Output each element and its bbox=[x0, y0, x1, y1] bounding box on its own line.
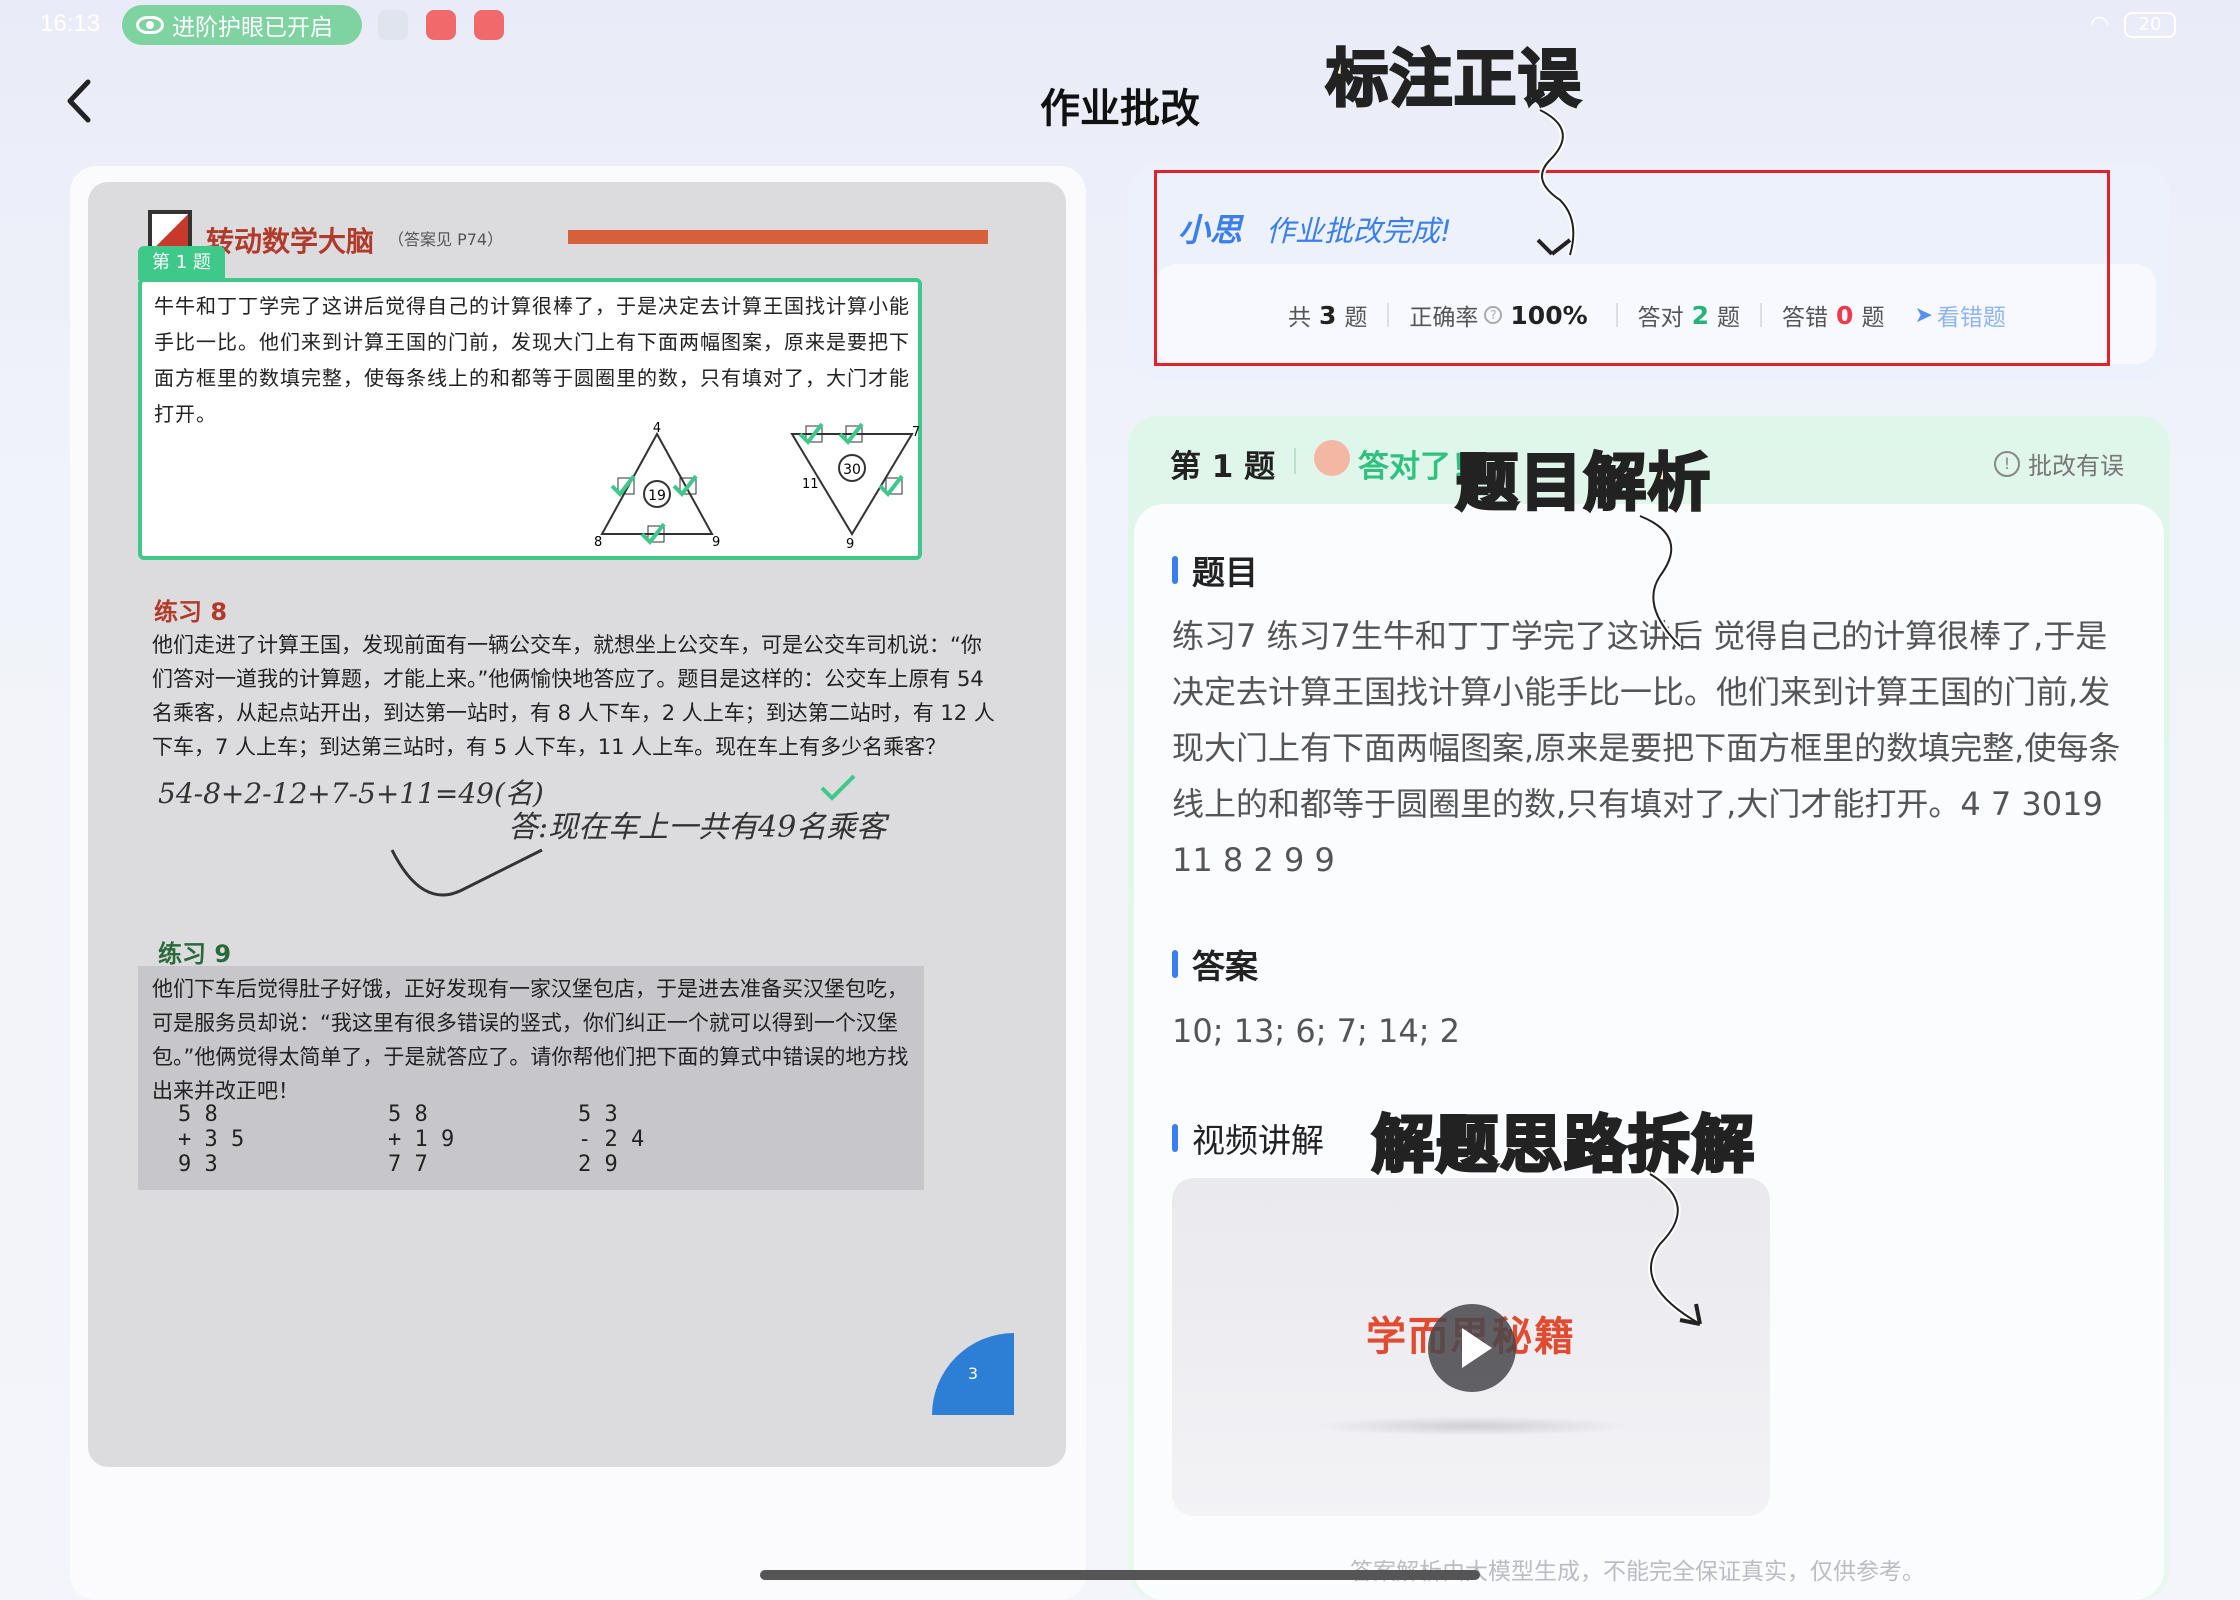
ai-disclaimer: 答案解析由大模型生成，不能完全保证真实，仅供参考。 bbox=[1350, 1559, 1925, 1585]
exercise-8-answer: 答:现在车上一共有49名乘客 bbox=[508, 810, 887, 845]
page-title: 作业批改 bbox=[1040, 86, 1200, 132]
question-number: 第 1 题 bbox=[1170, 449, 1276, 485]
section-bar bbox=[1172, 1124, 1178, 1152]
exercise-9-box[interactable]: 他们下车后觉得肚子好饿，正好发现有一家汉堡包店，于是进去准备买汉堡包吃，可是服务… bbox=[138, 966, 924, 1190]
app-notification-icon-2 bbox=[474, 10, 504, 40]
thumbs-up-icon bbox=[1314, 440, 1350, 476]
tri2-center: 30 bbox=[843, 462, 861, 478]
page-number-corner: 3 bbox=[932, 1333, 1014, 1415]
triangle-puzzle-2: 30 7 11 9 bbox=[790, 422, 920, 552]
tri2-left: 11 bbox=[802, 477, 819, 492]
section-question-heading: 题目 bbox=[1172, 546, 1258, 594]
highlight-frame bbox=[1154, 170, 2110, 366]
exercise-9-text: 他们下车后觉得肚子好饿，正好发现有一家汉堡包店，于是进去准备买汉堡包吃，可是服务… bbox=[152, 977, 909, 1103]
exercise-8-title: 练习 8 bbox=[154, 598, 228, 626]
tri1-left: 8 bbox=[594, 535, 602, 550]
worksheet-photo[interactable]: 转动数学大脑 （答案见 P74） 第 1 题 牛牛和丁丁学完了这讲后觉得自己的计… bbox=[88, 182, 1066, 1467]
tri2-top-right: 7 bbox=[912, 425, 920, 440]
play-icon[interactable] bbox=[1428, 1304, 1516, 1392]
wechat-icon bbox=[378, 10, 408, 40]
status-bar: 16:13 进阶护眼已开启 ◠ 20 bbox=[0, 0, 2240, 50]
arrow-icon-3 bbox=[1648, 1171, 1702, 1327]
annotation-question-analysis: 题目解析 bbox=[1454, 445, 1713, 521]
ex8-check-icon bbox=[820, 774, 856, 801]
tri2-bottom: 9 bbox=[846, 537, 854, 552]
ex8-tick-mark bbox=[390, 848, 543, 897]
eye-icon bbox=[136, 16, 164, 34]
worksheet-header-bar bbox=[568, 230, 988, 244]
section-bar bbox=[1172, 950, 1178, 978]
tri1-right: 9 bbox=[712, 535, 720, 550]
report-error-button[interactable]: ! 批改有误 bbox=[1994, 446, 2124, 481]
app-notification-icon bbox=[426, 10, 456, 40]
worksheet-header: 转动数学大脑 （答案见 P74） bbox=[148, 200, 998, 260]
eye-care-pill[interactable]: 进阶护眼已开启 bbox=[122, 5, 362, 45]
section-answer-label: 答案 bbox=[1192, 947, 1258, 986]
section-question-label: 题目 bbox=[1192, 553, 1258, 592]
worksheet-title: 转动数学大脑 bbox=[206, 225, 375, 258]
arrow-icon-2 bbox=[1638, 513, 1683, 649]
wifi-icon: ◠ bbox=[2090, 12, 2110, 37]
back-icon[interactable] bbox=[60, 76, 100, 126]
status-time: 16:13 bbox=[40, 10, 101, 37]
section-answer-heading: 答案 bbox=[1172, 940, 1258, 988]
section-video-heading: 视频讲解 bbox=[1172, 1114, 1324, 1162]
home-indicator[interactable] bbox=[760, 1570, 1480, 1580]
question-1-box[interactable]: 牛牛和丁丁学完了这讲后觉得自己的计算很棒了，于是决定去计算王国找计算小能手比一比… bbox=[138, 278, 922, 560]
exercise-8-work: 54-8+2-12+7-5+11=49(名) bbox=[158, 777, 544, 810]
divider bbox=[1294, 448, 1296, 474]
question-1-tag[interactable]: 第 1 题 bbox=[138, 246, 225, 280]
tri1-top: 4 bbox=[653, 422, 661, 436]
question-1-text: 牛牛和丁丁学完了这讲后觉得自己的计算很棒了，于是决定去计算王国找计算小能手比一比… bbox=[154, 294, 910, 426]
arrow-icon bbox=[1536, 107, 1577, 256]
alert-icon: ! bbox=[1994, 450, 2020, 477]
calc-2: 5 8 + 1 9 7 7 bbox=[388, 1102, 455, 1177]
report-error-label: 批改有误 bbox=[2028, 452, 2124, 480]
exercise-8-text: 他们走进了计算王国，发现前面有一辆公交车，就想坐上公交车，可是公交车司机说：“你… bbox=[152, 633, 995, 759]
answer-text: 10; 13; 6; 7; 14; 2 bbox=[1172, 1012, 1460, 1050]
worksheet-subtitle: （答案见 P74） bbox=[388, 230, 504, 249]
tri1-center: 19 bbox=[648, 488, 666, 504]
section-bar bbox=[1172, 556, 1178, 584]
calc-3: 5 3 - 2 4 2 9 bbox=[578, 1102, 645, 1177]
video-shadow bbox=[1312, 1416, 1632, 1436]
eye-care-text: 进阶护眼已开启 bbox=[172, 15, 333, 41]
triangle-puzzle-1: 19 4 8 9 bbox=[594, 422, 720, 550]
exercise-9-title: 练习 9 bbox=[158, 940, 232, 968]
section-video-label: 视频讲解 bbox=[1192, 1121, 1324, 1160]
calc-1: 5 8 + 3 5 9 3 bbox=[178, 1102, 245, 1177]
battery-indicator: 20 bbox=[2124, 12, 2176, 38]
